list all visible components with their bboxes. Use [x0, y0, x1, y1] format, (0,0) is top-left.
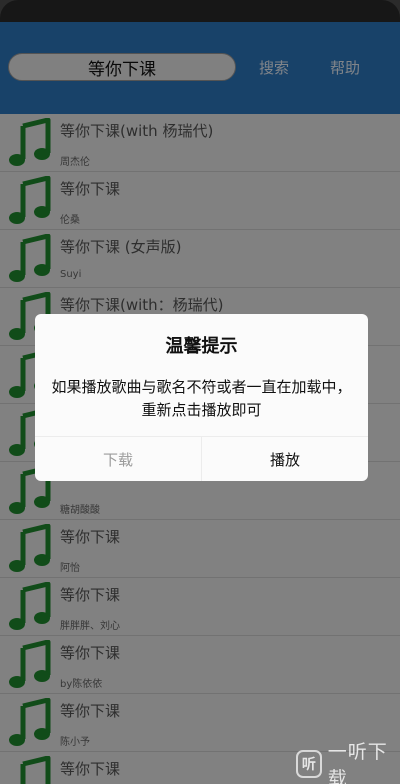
dialog-actions: 下载 播放: [35, 436, 368, 481]
watermark: 听 一听下载: [296, 741, 400, 784]
watermark-logo: 听: [296, 750, 322, 778]
dialog-title: 温馨提示: [165, 336, 238, 357]
modal-overlay: 温馨提示 如果播放歌曲与歌名不符或者一直在加载中，重新点击播放即可 下载 播放: [0, 0, 400, 784]
download-button[interactable]: 下载: [35, 437, 202, 481]
watermark-text: 一听下载: [327, 741, 388, 784]
play-button[interactable]: 播放: [202, 437, 368, 481]
phone-screen: 等你下课 搜索 帮助 等你下课(with 杨瑞代) 周杰伦 等你下课 伦桑 等你下课 (…: [0, 0, 400, 784]
dialog-message: 如果播放歌曲与歌名不符或者一直在加载中，重新点击播放即可: [51, 378, 352, 419]
watermark-logo-text: 听: [301, 757, 316, 773]
tip-dialog: 温馨提示 如果播放歌曲与歌名不符或者一直在加载中，重新点击播放即可 下载 播放: [35, 314, 368, 481]
